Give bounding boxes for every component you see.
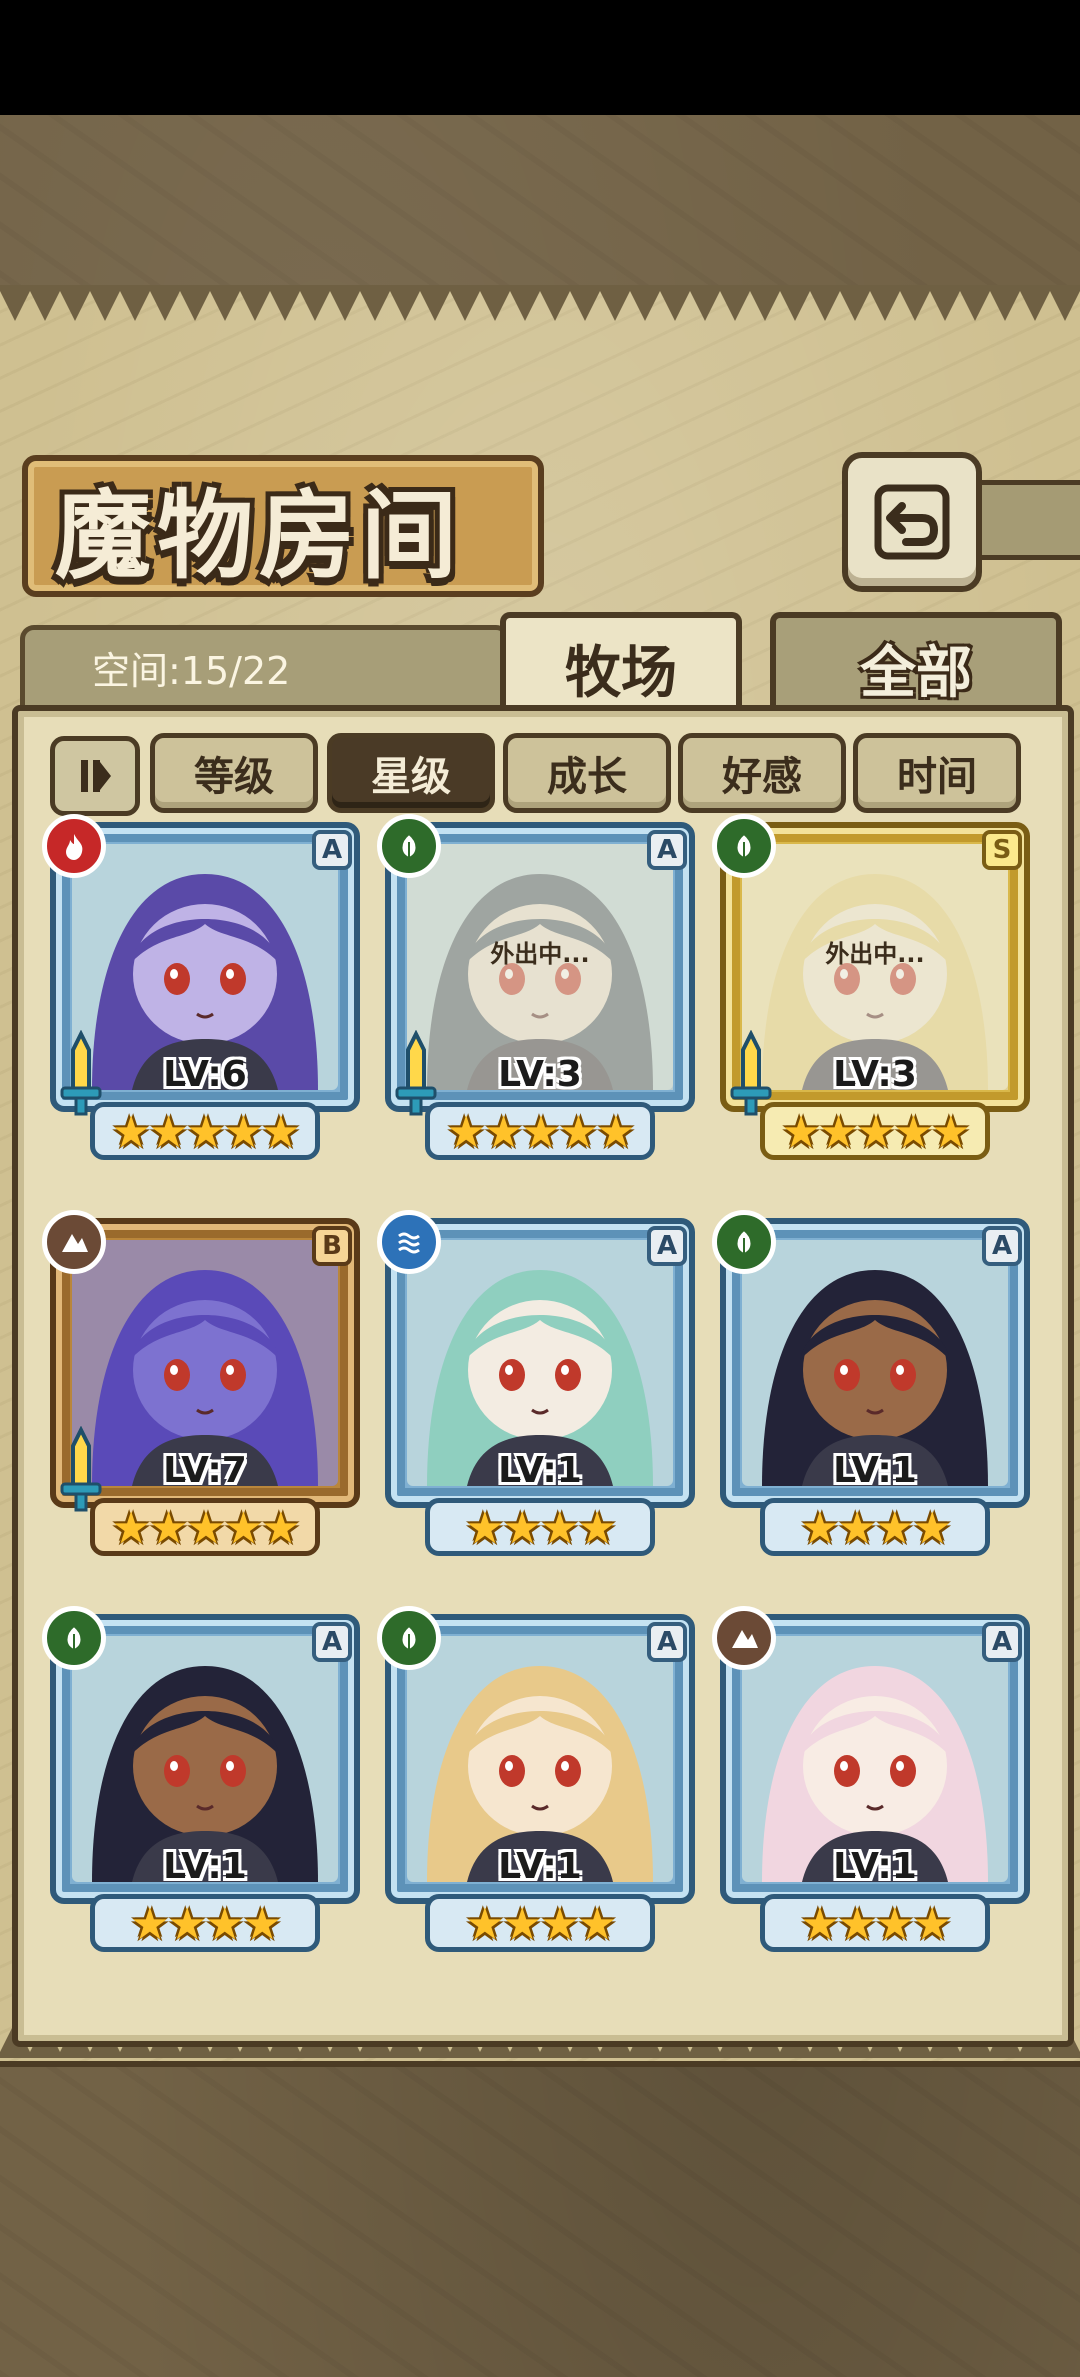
monster-card[interactable]: A LV:1 ★★★★ <box>712 1606 1030 1952</box>
sort-growth-button[interactable]: 成长 <box>503 733 671 813</box>
sort-level-button[interactable]: 等级 <box>150 733 318 813</box>
monster-card[interactable]: A LV:1 ★★★★ <box>712 1210 1030 1556</box>
star-rating: ★★★★★ <box>90 1498 320 1556</box>
rank-badge: A <box>647 1226 687 1266</box>
monster-card[interactable]: B LV:7 ★★★★★ <box>42 1210 360 1556</box>
stars-icon: ★★★★ <box>800 1503 952 1554</box>
rank-badge: A <box>982 1622 1022 1662</box>
element-earth-icon <box>42 1210 106 1274</box>
stars-icon: ★★★★ <box>465 1899 617 1950</box>
sort-growth-label: 成长 <box>547 754 627 800</box>
page-title: 魔物房间 <box>55 479 463 592</box>
rank-badge: A <box>312 830 352 870</box>
monster-card[interactable]: A LV:1 ★★★★ <box>42 1606 360 1952</box>
rank-badge: A <box>647 830 687 870</box>
sort-time-label: 时间 <box>897 754 977 800</box>
stars-icon: ★★★★★ <box>111 1503 300 1554</box>
sort-level-label: 等级 <box>194 754 274 800</box>
element-leaf-icon <box>377 1606 441 1670</box>
stars-icon: ★★★★ <box>130 1899 282 1950</box>
star-rating: ★★★★ <box>90 1894 320 1952</box>
level-label: LV:1 <box>498 1846 582 1887</box>
rank-badge: A <box>982 1226 1022 1266</box>
sort-order-icon <box>81 760 111 792</box>
stars-icon: ★★★★★ <box>781 1107 970 1158</box>
stars-icon: ★★★★★ <box>446 1107 635 1158</box>
element-earth-icon <box>712 1606 776 1670</box>
sort-affection-label: 好感 <box>722 754 802 800</box>
stars-icon: ★★★★ <box>800 1899 952 1950</box>
level-label: LV:7 <box>163 1450 247 1491</box>
element-leaf-icon <box>42 1606 106 1670</box>
star-rating: ★★★★ <box>760 1894 990 1952</box>
space-capacity-label: 空间:15/22 <box>92 649 291 693</box>
away-status-label: 外出中... <box>490 940 590 968</box>
star-rating: ★★★★ <box>425 1894 655 1952</box>
rank-badge: A <box>312 1622 352 1662</box>
tab-ranch-label: 牧场 <box>565 639 677 706</box>
star-rating: ★★★★★ <box>425 1102 655 1160</box>
status-bar <box>0 0 1080 115</box>
back-button[interactable] <box>842 452 982 592</box>
level-label: LV:1 <box>833 1450 917 1491</box>
monster-card[interactable]: A LV:1 ★★★★ <box>377 1606 695 1952</box>
star-rating: ★★★★ <box>425 1498 655 1556</box>
sort-star-label: 星级 <box>371 754 451 800</box>
level-label: LV:1 <box>498 1450 582 1491</box>
sort-star-button[interactable]: 星级 <box>327 733 495 813</box>
level-label: LV:6 <box>163 1054 247 1095</box>
away-status-label: 外出中... <box>825 940 925 968</box>
element-leaf-icon <box>377 814 441 878</box>
panel-top-zigzag <box>0 285 1080 321</box>
rank-badge: S <box>982 830 1022 870</box>
star-rating: ★★★★ <box>760 1498 990 1556</box>
rank-badge: B <box>312 1226 352 1266</box>
tab-all[interactable]: 全部 <box>770 612 1062 718</box>
rank-badge: A <box>647 1622 687 1662</box>
stars-icon: ★★★★★ <box>111 1107 300 1158</box>
star-rating: ★★★★★ <box>90 1102 320 1160</box>
level-label: LV:1 <box>833 1846 917 1887</box>
monster-card[interactable]: A LV:6 ★★★★★ <box>42 814 360 1160</box>
star-rating: ★★★★★ <box>760 1102 990 1160</box>
monster-card[interactable]: 外出中... S LV:3 ★★★★★ <box>712 814 1030 1160</box>
tab-all-label: 全部 <box>860 639 972 706</box>
level-label: LV:1 <box>163 1846 247 1887</box>
element-fire-icon <box>42 814 106 878</box>
tab-ranch[interactable]: 牧场 <box>500 612 742 718</box>
monster-card[interactable]: 外出中... A LV:3 ★★★★★ <box>377 814 695 1160</box>
level-label: LV:3 <box>498 1054 582 1095</box>
sort-time-button[interactable]: 时间 <box>853 733 1021 813</box>
monster-card[interactable]: A LV:1 ★★★★ <box>377 1210 695 1556</box>
element-water-icon <box>377 1210 441 1274</box>
element-leaf-icon <box>712 814 776 878</box>
level-label: LV:3 <box>833 1054 917 1095</box>
back-arrow-icon <box>874 484 950 560</box>
element-leaf-icon <box>712 1210 776 1274</box>
sort-affection-button[interactable]: 好感 <box>678 733 846 813</box>
stars-icon: ★★★★ <box>465 1503 617 1554</box>
sort-order-toggle[interactable] <box>50 736 140 816</box>
